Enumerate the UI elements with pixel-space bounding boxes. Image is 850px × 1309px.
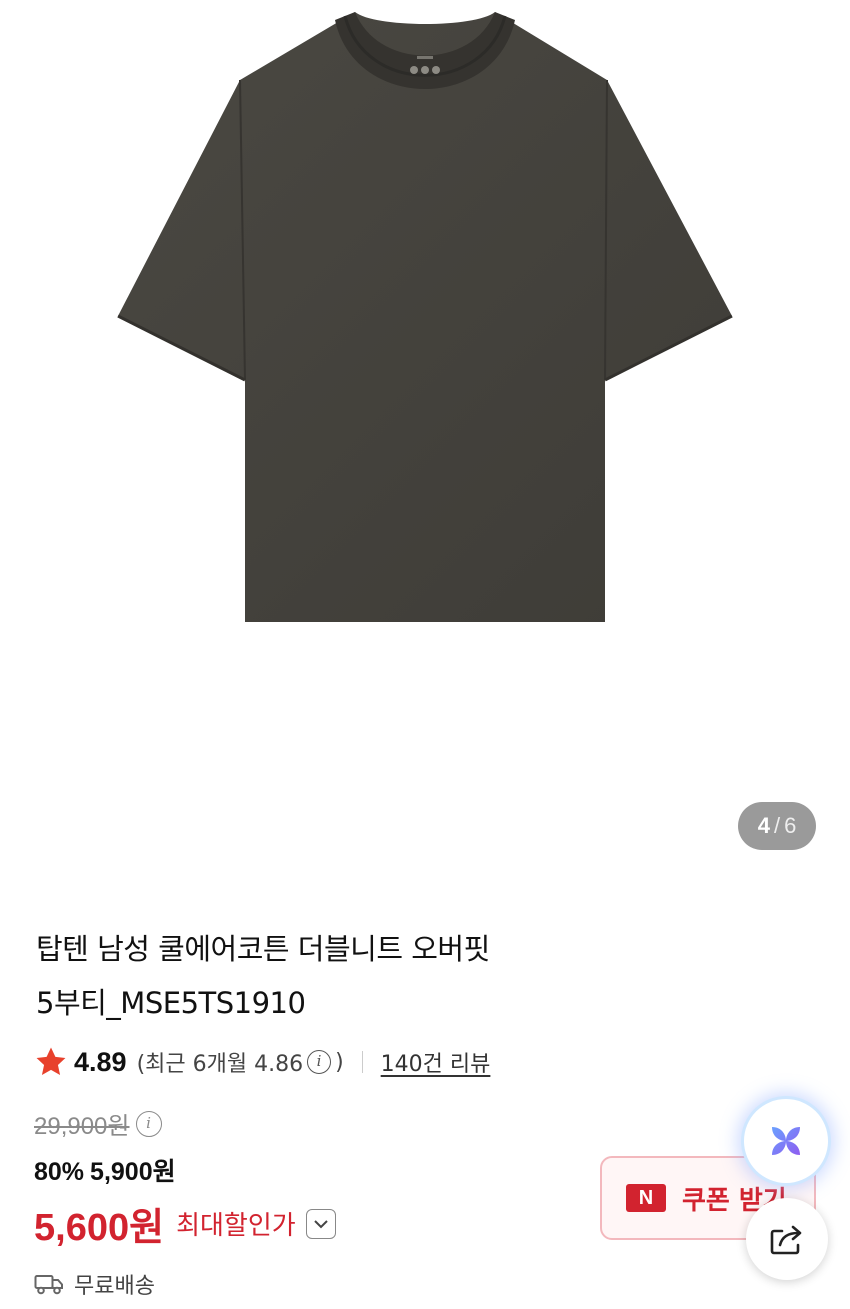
sale-price: 5,900원 bbox=[90, 1158, 176, 1186]
max-discount-price: 5,600원 bbox=[34, 1207, 165, 1249]
original-price: 29,900원 bbox=[34, 1113, 130, 1140]
share-button[interactable] bbox=[746, 1198, 828, 1280]
recent-rating-text: (최근 6개월 4.86 bbox=[136, 1052, 304, 1077]
price-info-icon[interactable]: i bbox=[135, 1110, 162, 1137]
sale-price-row: 80% 5,900원 bbox=[34, 1152, 176, 1188]
tshirt-product-image bbox=[117, 12, 733, 622]
product-title: 탑텐 남성 쿨에어코튼 더블니트 오버핏 5부티_MSE5TS1910 bbox=[36, 922, 596, 1030]
discount-rate: 80% bbox=[34, 1158, 85, 1186]
current-page: 4 bbox=[757, 813, 770, 838]
max-discount-row: 5,600원 최대할인가 bbox=[34, 1196, 336, 1251]
recent-rating: (최근 6개월 4.86 i ) bbox=[137, 1046, 344, 1078]
rating-row: 4.89 (최근 6개월 4.86 i ) 140건 리뷰 bbox=[34, 1040, 490, 1084]
shipping-label: 무료배송 bbox=[74, 1274, 155, 1299]
page-separator: / bbox=[773, 813, 781, 838]
divider bbox=[361, 1051, 363, 1073]
product-title-line2: 5부티_MSE5TS1910 bbox=[36, 986, 306, 1020]
product-title-line1: 탑텐 남성 쿨에어코튼 더블니트 오버핏 bbox=[36, 932, 490, 966]
review-count-link[interactable]: 140건 리뷰 bbox=[381, 1046, 491, 1078]
naver-n-icon: N bbox=[626, 1184, 666, 1212]
share-icon bbox=[770, 1225, 802, 1255]
shipping-row: 무료배송 bbox=[34, 1268, 155, 1300]
truck-icon bbox=[34, 1275, 63, 1295]
original-price-row: 29,900원 i bbox=[34, 1106, 166, 1141]
ai-assistant-icon bbox=[772, 1127, 800, 1155]
info-icon[interactable]: i bbox=[307, 1050, 332, 1074]
star-icon bbox=[36, 1047, 66, 1076]
total-pages: 6 bbox=[784, 813, 797, 838]
ai-assistant-button[interactable] bbox=[744, 1099, 828, 1183]
rating-score: 4.89 bbox=[74, 1046, 127, 1077]
product-image-gallery[interactable]: 4 / 6 bbox=[0, 0, 850, 880]
chevron-down-icon[interactable] bbox=[305, 1208, 336, 1239]
recent-rating-close: ) bbox=[335, 1049, 344, 1075]
max-discount-label: 최대할인가 bbox=[176, 1211, 296, 1241]
image-page-indicator: 4 / 6 bbox=[738, 802, 816, 850]
